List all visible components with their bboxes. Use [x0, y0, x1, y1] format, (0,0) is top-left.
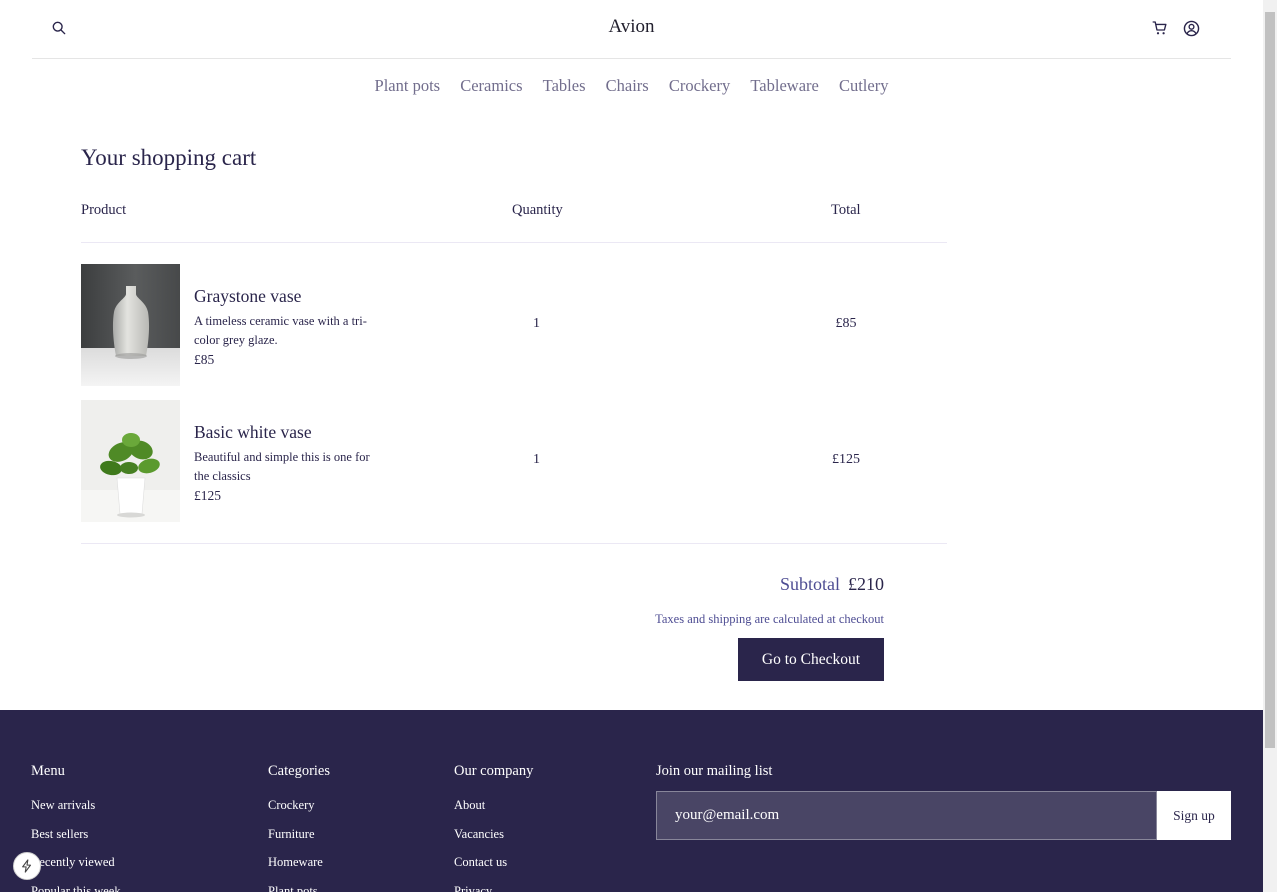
item-quantity[interactable]: 1	[533, 452, 540, 468]
item-total: £85	[835, 316, 857, 331]
account-button[interactable]	[1180, 17, 1202, 39]
user-circle-icon	[1183, 20, 1199, 36]
product-info: Graystone vase A timeless ceramic vase w…	[194, 286, 384, 368]
product-price: £85	[194, 352, 215, 367]
signup-button[interactable]: Sign up	[1157, 791, 1231, 840]
footer-link-popular-this-week[interactable]: Popular this week	[31, 877, 121, 892]
footer-link-furniture[interactable]: Furniture	[268, 820, 330, 849]
footer-link-privacy[interactable]: Privacy	[454, 877, 533, 892]
mailing-form: Sign up	[656, 791, 1231, 840]
site-footer: Menu New arrivals Best sellers Recently …	[0, 710, 1263, 892]
footer-link-recently-viewed[interactable]: Recently viewed	[31, 848, 121, 877]
column-header-quantity: Quantity	[512, 202, 563, 218]
page-title: Your shopping cart	[81, 145, 257, 170]
product-description: Beautiful and simple this is one for the…	[194, 450, 370, 483]
scrollbar-thumb[interactable]	[1265, 12, 1275, 748]
nav-tableware[interactable]: Tableware	[750, 76, 818, 95]
product-name[interactable]: Graystone vase	[194, 286, 384, 307]
mailing-heading: Join our mailing list	[656, 763, 773, 779]
divider	[81, 543, 947, 544]
cart-button[interactable]	[1149, 17, 1171, 39]
cart-item: Basic white vase Beautiful and simple th…	[81, 400, 947, 522]
column-header-product: Product	[81, 202, 127, 218]
category-nav: Plant pots Ceramics Tables Chairs Crocke…	[0, 76, 1263, 96]
footer-link-plant-pots[interactable]: Plant pots	[268, 877, 330, 892]
footer-categories-column: Categories Crockery Furniture Homeware P…	[268, 763, 330, 892]
footer-link-contact-us[interactable]: Contact us	[454, 848, 533, 877]
footer-heading: Categories	[268, 763, 331, 779]
checkout-button[interactable]: Go to Checkout	[738, 638, 884, 681]
brand-logo[interactable]: Avion	[32, 16, 1231, 38]
column-header-total: Total	[831, 202, 861, 218]
footer-link-new-arrivals[interactable]: New arrivals	[31, 791, 121, 820]
mailing-list: Join our mailing list Sign up	[656, 763, 1231, 840]
nav-plant-pots[interactable]: Plant pots	[375, 76, 441, 95]
site-header: Avion	[32, 0, 1231, 59]
footer-link-homeware[interactable]: Homeware	[268, 848, 330, 877]
divider	[81, 242, 947, 243]
subtotal-value: £210	[848, 574, 884, 594]
subtotal: Subtotal £210	[780, 574, 884, 595]
product-price: £125	[194, 488, 221, 503]
footer-heading: Menu	[31, 763, 65, 779]
nav-tables[interactable]: Tables	[543, 76, 586, 95]
footer-link-about[interactable]: About	[454, 791, 533, 820]
item-total: £125	[832, 452, 860, 467]
nav-cutlery[interactable]: Cutlery	[839, 76, 889, 95]
nav-crockery[interactable]: Crockery	[669, 76, 730, 95]
nav-ceramics[interactable]: Ceramics	[460, 76, 522, 95]
product-image-graystone-vase[interactable]	[81, 264, 180, 386]
footer-company-column: Our company About Vacancies Contact us P…	[454, 763, 533, 892]
product-name[interactable]: Basic white vase	[194, 422, 384, 443]
product-description: A timeless ceramic vase with a tri-color…	[194, 314, 367, 347]
product-image-basic-white-vase[interactable]	[81, 400, 180, 522]
subtotal-label: Subtotal	[779, 574, 840, 594]
footer-heading: Our company	[454, 763, 534, 779]
product-info: Basic white vase Beautiful and simple th…	[194, 422, 384, 504]
footer-link-vacancies[interactable]: Vacancies	[454, 820, 533, 849]
footer-menu-column: Menu New arrivals Best sellers Recently …	[31, 763, 121, 892]
bolt-icon	[22, 859, 32, 873]
footer-link-crockery[interactable]: Crockery	[268, 791, 330, 820]
taxes-note: Taxes and shipping are calculated at che…	[655, 612, 884, 626]
item-quantity[interactable]: 1	[533, 316, 540, 332]
nav-chairs[interactable]: Chairs	[606, 76, 649, 95]
cart-icon	[1152, 21, 1167, 35]
bolt-badge[interactable]	[13, 852, 41, 880]
cart-item: Graystone vase A timeless ceramic vase w…	[81, 264, 947, 386]
footer-link-best-sellers[interactable]: Best sellers	[31, 820, 121, 849]
email-input[interactable]	[656, 791, 1157, 840]
page-scrollbar[interactable]	[1263, 0, 1277, 892]
